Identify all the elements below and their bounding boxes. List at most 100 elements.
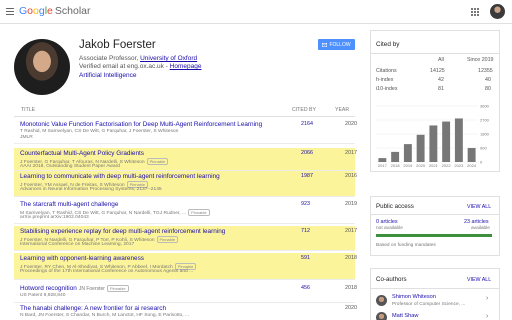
- citation-bar-2023[interactable]: [454, 118, 463, 162]
- articles-table-header: TITLE CITED BY YEAR: [14, 103, 355, 117]
- article-citations[interactable]: 1987: [301, 173, 313, 179]
- x-tick-label: 2024: [467, 163, 477, 168]
- article-title[interactable]: Monotonic Value Function Factorisation f…: [20, 121, 262, 128]
- not-available-label: not available: [376, 226, 403, 231]
- article-year: 2019: [345, 201, 357, 207]
- affiliation-link[interactable]: University of Oxford: [140, 55, 197, 62]
- table-row: Stabilising experience replay for deep m…: [14, 226, 357, 251]
- table-row: Monotonic Value Function Factorisation f…: [14, 119, 357, 144]
- funding-footnote: Based on funding mandates: [376, 243, 436, 248]
- article-title-link[interactable]: Counterfactual Multi-Agent Policy Gradie…: [20, 150, 144, 157]
- not-available-count[interactable]: 0 articles: [376, 219, 398, 225]
- chevron-right-icon[interactable]: ›: [486, 295, 488, 302]
- article-title[interactable]: The hanabi challenge: A new frontier for…: [20, 305, 166, 312]
- article-venue: arXiv preprint arXiv:1902.04043: [20, 215, 89, 220]
- col-title-header[interactable]: TITLE: [21, 107, 35, 113]
- coauthor-name[interactable]: Shimon Whiteson: [392, 294, 436, 300]
- table-row: The starcraft multi-agent challenge M Sa…: [14, 199, 357, 224]
- follow-label: FOLLOW: [329, 41, 351, 48]
- col-year-header[interactable]: YEAR: [335, 107, 349, 113]
- y-tick-label: 3600: [480, 104, 490, 108]
- citation-bar-2022[interactable]: [442, 121, 451, 162]
- stat-since: 80: [485, 86, 491, 92]
- available-label: available: [471, 226, 490, 231]
- article-year: 2020: [345, 121, 357, 127]
- article-citations[interactable]: 2164: [301, 121, 313, 127]
- x-tick-label: 2020: [416, 163, 426, 168]
- public-access-view-all[interactable]: VIEW ALL: [467, 204, 491, 210]
- logo-letter: e: [47, 5, 53, 17]
- stat-since: 40: [485, 77, 491, 83]
- coauthors-title: Co-authors: [376, 276, 407, 283]
- coauthor-affiliation: Professor of Computer Science, ...: [392, 302, 466, 307]
- public-access-title: Public access: [376, 203, 414, 210]
- y-tick-label: 900: [480, 145, 487, 150]
- follow-button[interactable]: FOLLOW: [318, 39, 355, 50]
- pin-badge[interactable]: Pinnable: [156, 236, 179, 243]
- chevron-right-icon[interactable]: ›: [486, 313, 488, 320]
- article-citations[interactable]: 712: [301, 228, 310, 234]
- coauthor-avatar[interactable]: [376, 312, 387, 320]
- article-citations[interactable]: 591: [301, 255, 310, 261]
- hamburger-icon[interactable]: [6, 8, 14, 15]
- profile-photo: [14, 39, 70, 95]
- table-row: Learning to communicate with deep multi-…: [14, 171, 357, 197]
- col-since-header: Since 2019: [467, 57, 494, 63]
- article-title[interactable]: Learning with opponent-learning awarenes…: [20, 255, 144, 262]
- article-title[interactable]: Learning to communicate with deep multi-…: [20, 173, 220, 180]
- article-title[interactable]: The starcraft multi-agent challenge: [20, 201, 118, 208]
- article-year: 2016: [345, 173, 357, 179]
- article-title-link[interactable]: Hotword recognition: [20, 285, 77, 292]
- article-authors: T Rashid, M Samvelyan, CS De Witt, G Far…: [20, 129, 179, 134]
- logo-letter: G: [19, 5, 28, 17]
- article-year: 2017: [345, 228, 357, 234]
- citation-bar-2020[interactable]: [416, 134, 425, 162]
- coauthor-avatar[interactable]: [376, 295, 387, 306]
- mail-icon: [322, 42, 328, 47]
- profile-email: Verified email at eng.ox.ac.uk - Homepag…: [79, 63, 202, 70]
- divider: [370, 53, 500, 54]
- stat-label: h-index: [376, 77, 394, 83]
- top-bar: Google Scholar: [0, 0, 512, 24]
- stat-all: 81: [438, 86, 444, 92]
- interest-link[interactable]: Artificial Intelligence: [79, 72, 136, 79]
- pin-badge[interactable]: Pinnable: [146, 158, 169, 165]
- citation-bar-2024[interactable]: [467, 148, 476, 162]
- citation-bar-2017[interactable]: [378, 158, 387, 162]
- citation-bar-2019[interactable]: [403, 144, 412, 162]
- account-avatar[interactable]: [490, 4, 505, 19]
- stat-label: Citations: [376, 68, 397, 74]
- apps-grid-icon[interactable]: [471, 8, 479, 16]
- stat-label: i10-index: [376, 86, 398, 92]
- article-venue: AAAI 2018, Outstanding Student Paper Awa…: [20, 164, 120, 169]
- x-tick-label: 2018: [391, 163, 401, 168]
- table-row: The hanabi challenge: A new frontier for…: [14, 303, 357, 320]
- x-tick-label: 2022: [442, 163, 452, 168]
- pin-badge[interactable]: Pinnable: [106, 285, 129, 292]
- x-tick-label: 2017: [378, 163, 388, 168]
- table-row: Learning with opponent-learning awarenes…: [14, 253, 357, 280]
- google-scholar-logo[interactable]: Google Scholar: [19, 5, 91, 17]
- coauthor-name[interactable]: Matt Shaw: [392, 313, 418, 319]
- article-title: Counterfactual Multi-Agent Policy Gradie…: [20, 150, 144, 157]
- article-title: Hotword recognition JN Foerster Pinnable: [20, 285, 129, 292]
- article-citations[interactable]: 2066: [301, 150, 313, 156]
- col-cited-header[interactable]: CITED BY: [292, 107, 316, 113]
- article-authors-inline: JN Foerster: [78, 286, 105, 292]
- table-row: Hotword recognition JN Foerster Pinnable U…: [14, 283, 357, 303]
- citation-bar-2018[interactable]: [391, 151, 400, 162]
- stat-all: 42: [438, 77, 444, 83]
- article-venue: International Conference on Machine Lear…: [20, 242, 135, 247]
- col-all-header: All: [438, 57, 444, 63]
- profile-affiliation: Associate Professor, University of Oxfor…: [79, 55, 197, 62]
- homepage-link[interactable]: Homepage: [170, 63, 202, 70]
- coauthors-view-all[interactable]: VIEW ALL: [467, 277, 491, 283]
- stat-since: 12355: [478, 68, 493, 74]
- available-count[interactable]: 23 articles: [464, 219, 489, 225]
- article-citations[interactable]: 456: [301, 285, 310, 291]
- article-citations[interactable]: 923: [301, 201, 310, 207]
- citation-bar-2021[interactable]: [429, 125, 438, 162]
- article-year: 2017: [345, 150, 357, 156]
- pin-badge[interactable]: Pinnable: [188, 209, 210, 216]
- article-title[interactable]: Stabilising experience replay for deep m…: [20, 228, 225, 235]
